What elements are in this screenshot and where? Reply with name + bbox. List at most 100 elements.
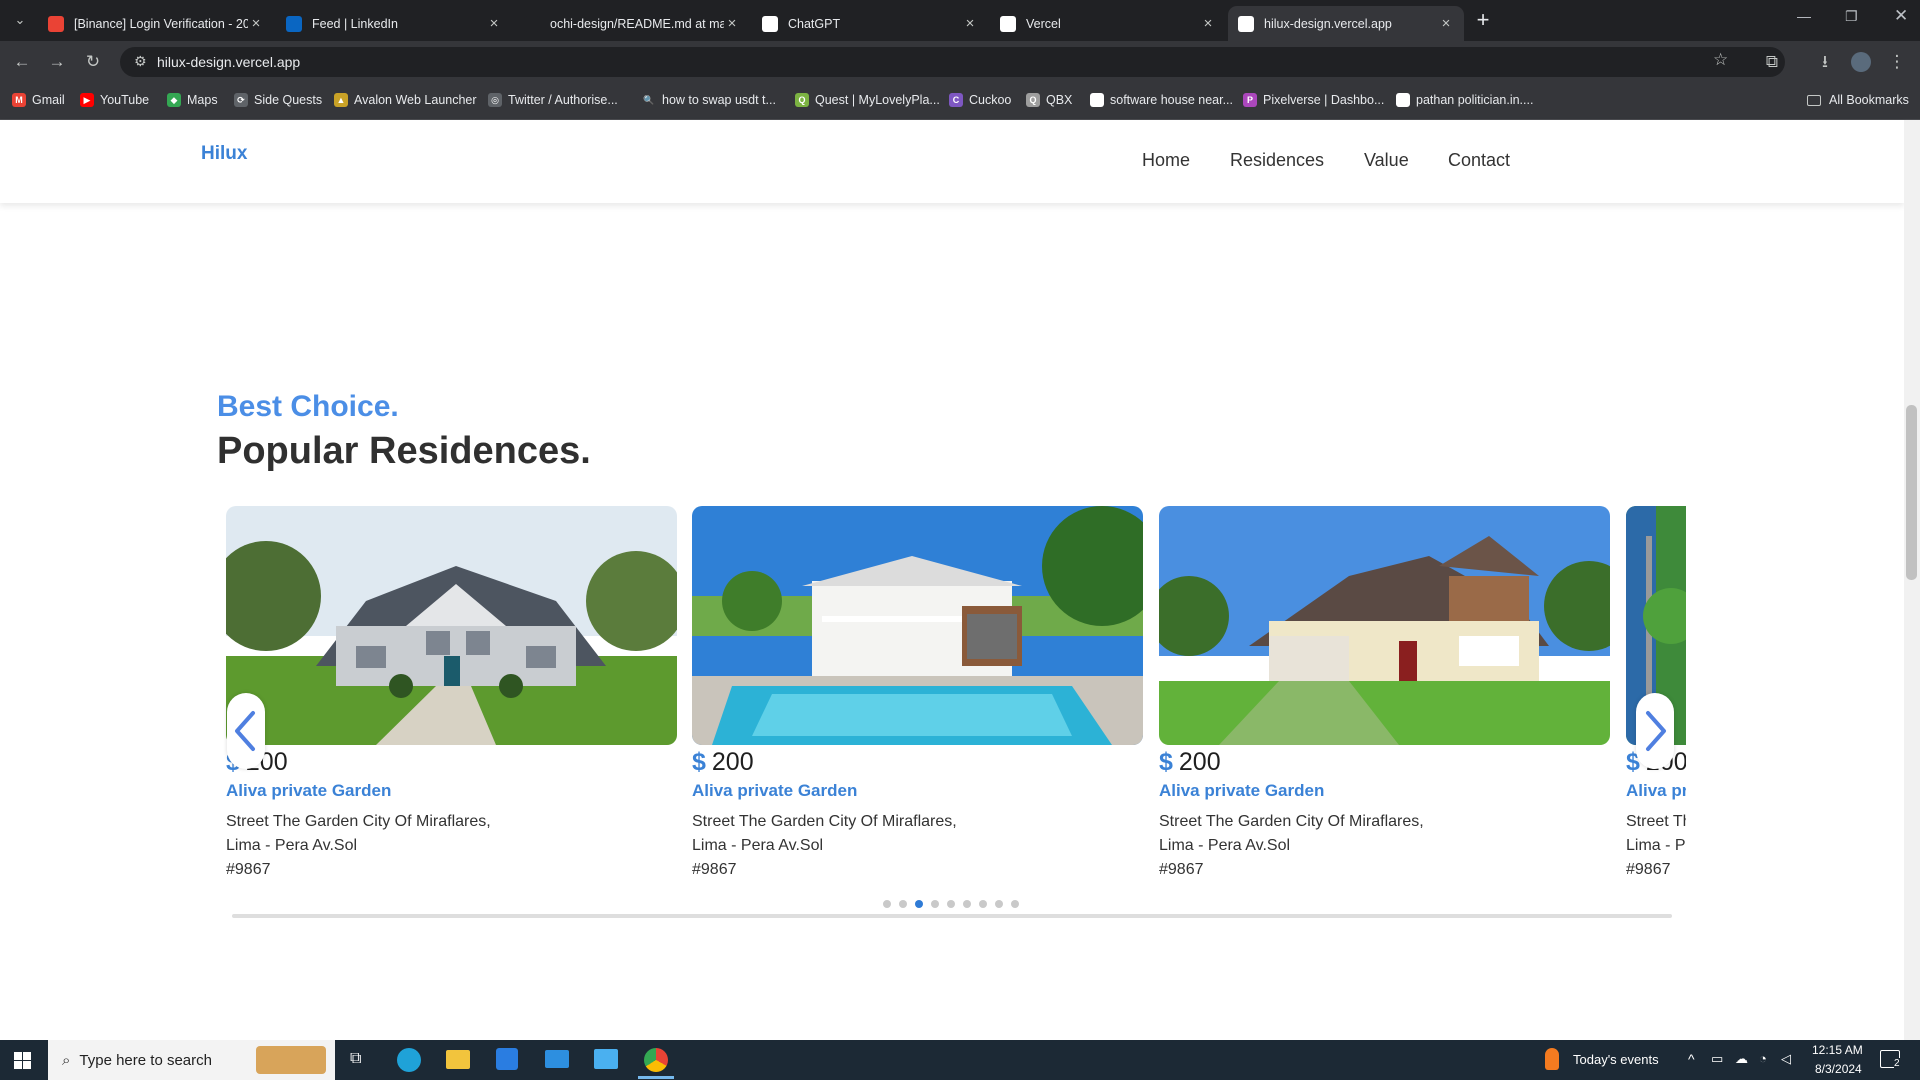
bookmark-favicon-icon: ▲ <box>334 93 348 107</box>
nav-contact[interactable]: Contact <box>1448 150 1510 171</box>
url-text[interactable]: hilux-design.vercel.app <box>157 54 300 70</box>
tab-title: ochi-design/README.md at ma <box>550 16 724 31</box>
clock-date[interactable]: 8/3/2024 <box>1815 1062 1862 1076</box>
new-tab-button[interactable]: + <box>1471 7 1495 33</box>
meet-now-icon[interactable]: ▭ <box>1711 1051 1723 1067</box>
browser-tab[interactable]: Feed | LinkedIn × <box>276 6 512 41</box>
task-view-icon[interactable]: ⧉ <box>350 1050 361 1068</box>
browser-tab[interactable]: Vercel × <box>990 6 1226 41</box>
carousel-scrollbar[interactable] <box>232 914 1672 918</box>
close-tab-icon[interactable]: × <box>724 15 740 32</box>
carousel-prev-button[interactable] <box>227 693 265 769</box>
card-name[interactable]: Aliva private Garden <box>1159 781 1324 801</box>
bookmark-item[interactable]: Q QBX <box>1026 93 1072 107</box>
residence-card[interactable] <box>226 506 677 745</box>
volume-icon[interactable]: ◁ <box>1781 1051 1791 1067</box>
bookmark-favicon-icon: P <box>1243 93 1257 107</box>
close-tab-icon[interactable]: × <box>248 15 264 32</box>
carousel-dot[interactable] <box>963 900 971 908</box>
bookmark-item[interactable]: ◆ Maps <box>167 93 218 107</box>
carousel-dot[interactable] <box>1011 900 1019 908</box>
nav-residences[interactable]: Residences <box>1230 150 1324 171</box>
bookmark-item[interactable]: 🔍 how to swap usdt t... <box>642 93 776 107</box>
chrome-icon[interactable] <box>644 1048 668 1072</box>
residence-card[interactable] <box>1159 506 1610 745</box>
close-tab-icon[interactable]: × <box>1200 15 1216 32</box>
minimize-window-icon[interactable]: — <box>1797 8 1811 24</box>
notification-count: 2 <box>1894 1058 1900 1069</box>
browser-menu-icon[interactable]: ⋮ <box>1885 50 1909 74</box>
edge-icon[interactable] <box>397 1048 421 1072</box>
section-kicker: Best Choice. <box>217 390 399 423</box>
close-tab-icon[interactable]: × <box>962 15 978 32</box>
clock-time[interactable]: 12:15 AM <box>1812 1043 1863 1057</box>
site-logo[interactable]: Hilux <box>201 143 247 165</box>
browser-tab[interactable]: [Binance] Login Verification - 20 × <box>38 6 274 41</box>
nav-home[interactable]: Home <box>1142 150 1190 171</box>
bookmark-item[interactable]: ▲ Avalon Web Launcher <box>334 93 477 107</box>
file-explorer-icon[interactable] <box>446 1050 470 1069</box>
tab-strip: ⌄ [Binance] Login Verification - 20 × Feed… <box>0 0 1920 41</box>
page-scrollbar-thumb[interactable] <box>1906 405 1917 580</box>
bookmark-item[interactable]: M Gmail <box>12 93 65 107</box>
all-bookmarks[interactable]: All Bookmarks <box>1807 93 1909 107</box>
weather-label[interactable]: Today's events <box>1573 1052 1659 1067</box>
close-window-icon[interactable]: ✕ <box>1894 6 1908 26</box>
downloads-icon[interactable]: ⭳ <box>1813 50 1837 74</box>
bookmark-item[interactable]: ▶ YouTube <box>80 93 149 107</box>
bookmark-item[interactable]: ⟳ Side Quests <box>234 93 322 107</box>
carousel-dot[interactable] <box>947 900 955 908</box>
app-icon[interactable] <box>594 1049 618 1069</box>
bookmark-favicon-icon: C <box>949 93 963 107</box>
carousel-dot[interactable] <box>995 900 1003 908</box>
restore-window-icon[interactable]: ❐ <box>1845 8 1858 25</box>
tab-search-chevron-icon[interactable]: ⌄ <box>8 8 32 32</box>
bookmark-item[interactable]: ◎ Twitter / Authorise... <box>488 93 618 107</box>
page-scrollbar[interactable] <box>1904 120 1920 1040</box>
card-address: Street The Garden City Of Miraflares, Li… <box>1159 813 1424 878</box>
forward-icon[interactable]: → <box>45 50 69 74</box>
address-bar[interactable]: ⚙ hilux-design.vercel.app ☆ <box>120 47 1785 77</box>
tray-chevron-icon[interactable]: ^ <box>1688 1051 1695 1067</box>
search-icon: ⌕ <box>62 1051 71 1069</box>
bookmark-label: Avalon Web Launcher <box>354 93 477 107</box>
card-name[interactable]: Aliva private Garden <box>692 781 857 801</box>
carousel-dot[interactable] <box>915 900 923 908</box>
card-name[interactable]: Aliva private Garden <box>1626 781 1686 801</box>
carousel-dot[interactable] <box>979 900 987 908</box>
bookmark-label: Gmail <box>32 93 65 107</box>
store-icon[interactable] <box>496 1048 518 1070</box>
mail-icon[interactable] <box>545 1050 569 1068</box>
nav-value[interactable]: Value <box>1364 150 1409 171</box>
bookmark-item[interactable]: Gpathan politician.in.... <box>1396 93 1533 107</box>
carousel-dot[interactable] <box>931 900 939 908</box>
bookmark-favicon-icon: ⟳ <box>234 93 248 107</box>
network-icon[interactable]: ◔ <box>1759 1051 1767 1066</box>
card-name[interactable]: Aliva private Garden <box>226 781 391 801</box>
reload-icon[interactable]: ↻ <box>81 50 105 74</box>
bookmark-item[interactable]: Q Quest | MyLovelyPla... <box>795 93 940 107</box>
bookmark-item[interactable]: P Pixelverse | Dashbo... <box>1243 93 1384 107</box>
close-tab-icon[interactable]: × <box>486 15 502 32</box>
browser-tab[interactable]: hilux-design.vercel.app × <box>1228 6 1464 41</box>
taskbar-search-placeholder: Type here to search <box>79 1051 212 1069</box>
gmail-icon <box>48 15 64 32</box>
chevron-left-icon <box>235 711 255 751</box>
profile-avatar[interactable] <box>1851 52 1871 72</box>
bookmark-item[interactable]: C Cuckoo <box>949 93 1011 107</box>
carousel-next-button[interactable] <box>1636 693 1674 769</box>
site-info-icon[interactable]: ⚙ <box>134 53 147 70</box>
residence-card[interactable] <box>692 506 1143 745</box>
browser-tab[interactable]: ChatGPT × <box>752 6 988 41</box>
carousel-dot[interactable] <box>883 900 891 908</box>
bookmark-star-icon[interactable]: ☆ <box>1713 50 1728 70</box>
back-icon[interactable]: ← <box>10 50 34 74</box>
taskbar-search[interactable]: ⌕ Type here to search <box>48 1040 335 1080</box>
close-tab-icon[interactable]: × <box>1438 15 1454 32</box>
windows-start-icon[interactable] <box>14 1052 31 1069</box>
bookmark-item[interactable]: Gsoftware house near... <box>1090 93 1233 107</box>
extensions-icon[interactable]: ⧉ <box>1760 50 1784 74</box>
carousel-dot[interactable] <box>899 900 907 908</box>
browser-tab[interactable]: ochi-design/README.md at ma × <box>514 6 750 41</box>
onedrive-icon[interactable]: ☁ <box>1735 1051 1748 1067</box>
